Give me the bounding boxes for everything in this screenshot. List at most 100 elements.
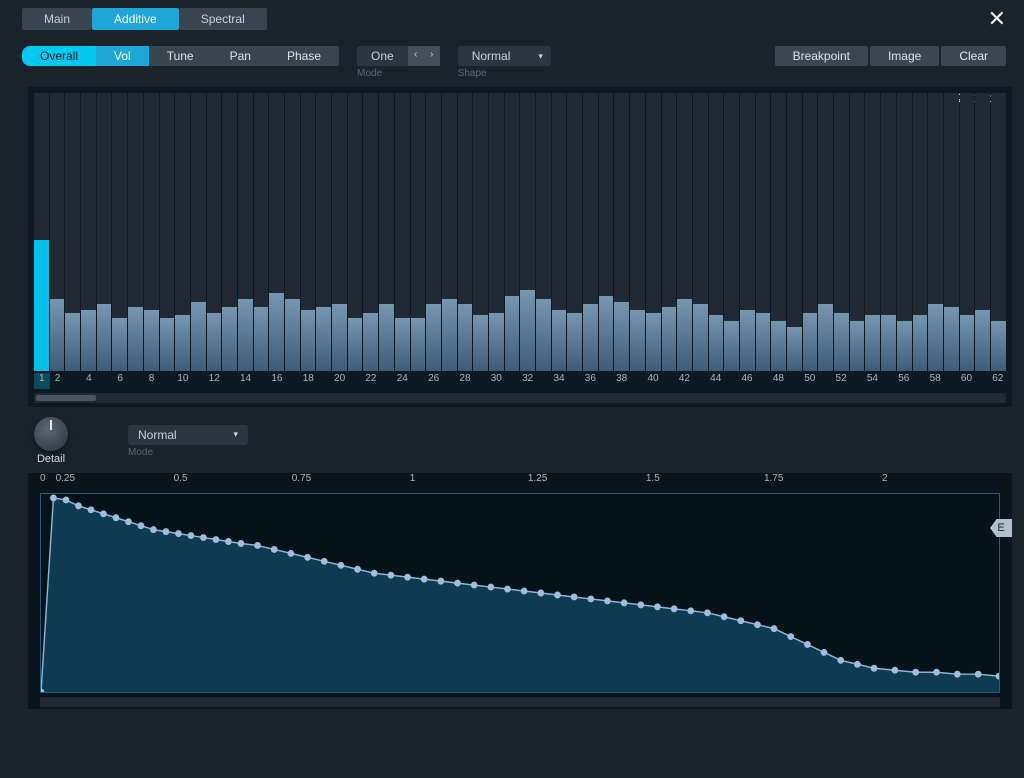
param-tune-button[interactable]: Tune [149, 46, 212, 66]
breakpoint-node[interactable] [125, 518, 132, 525]
breakpoint-node[interactable] [871, 665, 878, 672]
breakpoint-node[interactable] [671, 605, 678, 612]
harmonic-scrollbar[interactable] [34, 393, 1006, 403]
harmonic-bar[interactable] [489, 93, 504, 371]
breakpoint-node[interactable] [213, 536, 220, 543]
harmonic-bar[interactable] [960, 93, 975, 371]
chevron-down-icon[interactable]: ▾ [538, 51, 551, 62]
harmonic-bar[interactable] [520, 93, 535, 371]
harmonic-bar[interactable] [332, 93, 347, 371]
harmonic-bar[interactable] [991, 93, 1006, 371]
breakpoint-node[interactable] [354, 566, 361, 573]
tab-spectral[interactable]: Spectral [179, 8, 267, 30]
breakpoint-node[interactable] [271, 546, 278, 553]
breakpoint-node[interactable] [163, 528, 170, 535]
breakpoint-node[interactable] [771, 625, 778, 632]
detail-knob[interactable] [34, 417, 68, 451]
harmonic-bar[interactable] [771, 93, 786, 371]
harmonic-bar[interactable] [395, 93, 410, 371]
harmonic-bar[interactable] [65, 93, 80, 371]
harmonic-bar[interactable] [944, 93, 959, 371]
breakpoint-node[interactable] [804, 641, 811, 648]
breakpoint-node[interactable] [654, 603, 661, 610]
harmonic-bar[interactable] [897, 93, 912, 371]
harmonic-bar[interactable] [175, 93, 190, 371]
breakpoint-node[interactable] [371, 570, 378, 577]
breakpoint-node[interactable] [975, 671, 982, 678]
breakpoint-node[interactable] [571, 593, 578, 600]
harmonic-bar[interactable] [473, 93, 488, 371]
tab-main[interactable]: Main [22, 8, 92, 30]
harmonic-bar[interactable] [975, 93, 990, 371]
harmonic-bar[interactable] [787, 93, 802, 371]
mode-prev-button[interactable]: ‹ [408, 46, 424, 66]
harmonic-bar[interactable] [803, 93, 818, 371]
breakpoint-node[interactable] [621, 599, 628, 606]
harmonic-bar[interactable] [34, 93, 49, 371]
breakpoint-node[interactable] [113, 514, 120, 521]
breakpoint-node[interactable] [438, 578, 445, 585]
harmonic-bar[interactable] [426, 93, 441, 371]
breakpoint-node[interactable] [471, 582, 478, 589]
harmonic-bar[interactable] [50, 93, 65, 371]
tab-additive[interactable]: Additive [92, 8, 179, 30]
breakpoint-node[interactable] [487, 584, 494, 591]
harmonic-bar[interactable] [850, 93, 865, 371]
breakpoint-node[interactable] [754, 621, 761, 628]
harmonic-bar[interactable] [379, 93, 394, 371]
breakpoint-node[interactable] [854, 661, 861, 668]
breakpoint-node[interactable] [238, 540, 245, 547]
harmonic-bar[interactable] [567, 93, 582, 371]
breakpoint-node[interactable] [912, 669, 919, 676]
harmonic-bar[interactable] [724, 93, 739, 371]
breakpoint-node[interactable] [388, 572, 395, 579]
breakpoint-node[interactable] [537, 590, 544, 597]
breakpoint-node[interactable] [254, 542, 261, 549]
harmonic-bar[interactable] [865, 93, 880, 371]
breakpoint-node[interactable] [338, 562, 345, 569]
harmonic-bar[interactable] [662, 93, 677, 371]
harmonic-bar[interactable] [222, 93, 237, 371]
breakpoint-node[interactable] [587, 595, 594, 602]
param-vol-button[interactable]: Vol [96, 46, 149, 66]
harmonic-bar[interactable] [677, 93, 692, 371]
image-button[interactable]: Image [870, 46, 939, 66]
harmonic-bar[interactable] [97, 93, 112, 371]
detail-mode-select[interactable]: Normal ▾ [128, 425, 248, 445]
harmonic-bar[interactable] [269, 93, 284, 371]
breakpoint-node[interactable] [404, 574, 411, 581]
harmonic-bar[interactable] [254, 93, 269, 371]
harmonic-bar[interactable] [316, 93, 331, 371]
harmonic-bar[interactable] [818, 93, 833, 371]
breakpoint-node[interactable] [225, 538, 232, 545]
harmonic-bar[interactable] [756, 93, 771, 371]
harmonic-bar[interactable] [285, 93, 300, 371]
clear-button[interactable]: Clear [941, 46, 1006, 66]
param-overall-button[interactable]: Overall [22, 46, 96, 66]
shape-value[interactable]: Normal [458, 46, 539, 66]
breakpoint-node[interactable] [100, 510, 107, 517]
breakpoint-node[interactable] [821, 649, 828, 656]
breakpoint-node[interactable] [787, 633, 794, 640]
harmonic-bar[interactable] [881, 93, 896, 371]
breakpoint-node[interactable] [88, 506, 95, 513]
harmonic-bar[interactable] [301, 93, 316, 371]
harmonic-bar[interactable] [740, 93, 755, 371]
breakpoint-node[interactable] [504, 586, 511, 593]
harmonic-bar[interactable] [458, 93, 473, 371]
mode-next-button[interactable]: › [424, 46, 440, 66]
harmonic-bar[interactable] [348, 93, 363, 371]
harmonic-bar[interactable] [191, 93, 206, 371]
harmonic-bar[interactable] [207, 93, 222, 371]
breakpoint-button[interactable]: Breakpoint [775, 46, 868, 66]
harmonic-bar[interactable] [363, 93, 378, 371]
harmonic-bar[interactable] [552, 93, 567, 371]
breakpoint-node[interactable] [687, 607, 694, 614]
breakpoint-node[interactable] [175, 530, 182, 537]
harmonic-bar[interactable] [928, 93, 943, 371]
harmonic-bar[interactable] [630, 93, 645, 371]
breakpoint-node[interactable] [63, 496, 70, 503]
breakpoint-node[interactable] [604, 597, 611, 604]
breakpoint-node[interactable] [704, 609, 711, 616]
breakpoint-node[interactable] [75, 502, 82, 509]
